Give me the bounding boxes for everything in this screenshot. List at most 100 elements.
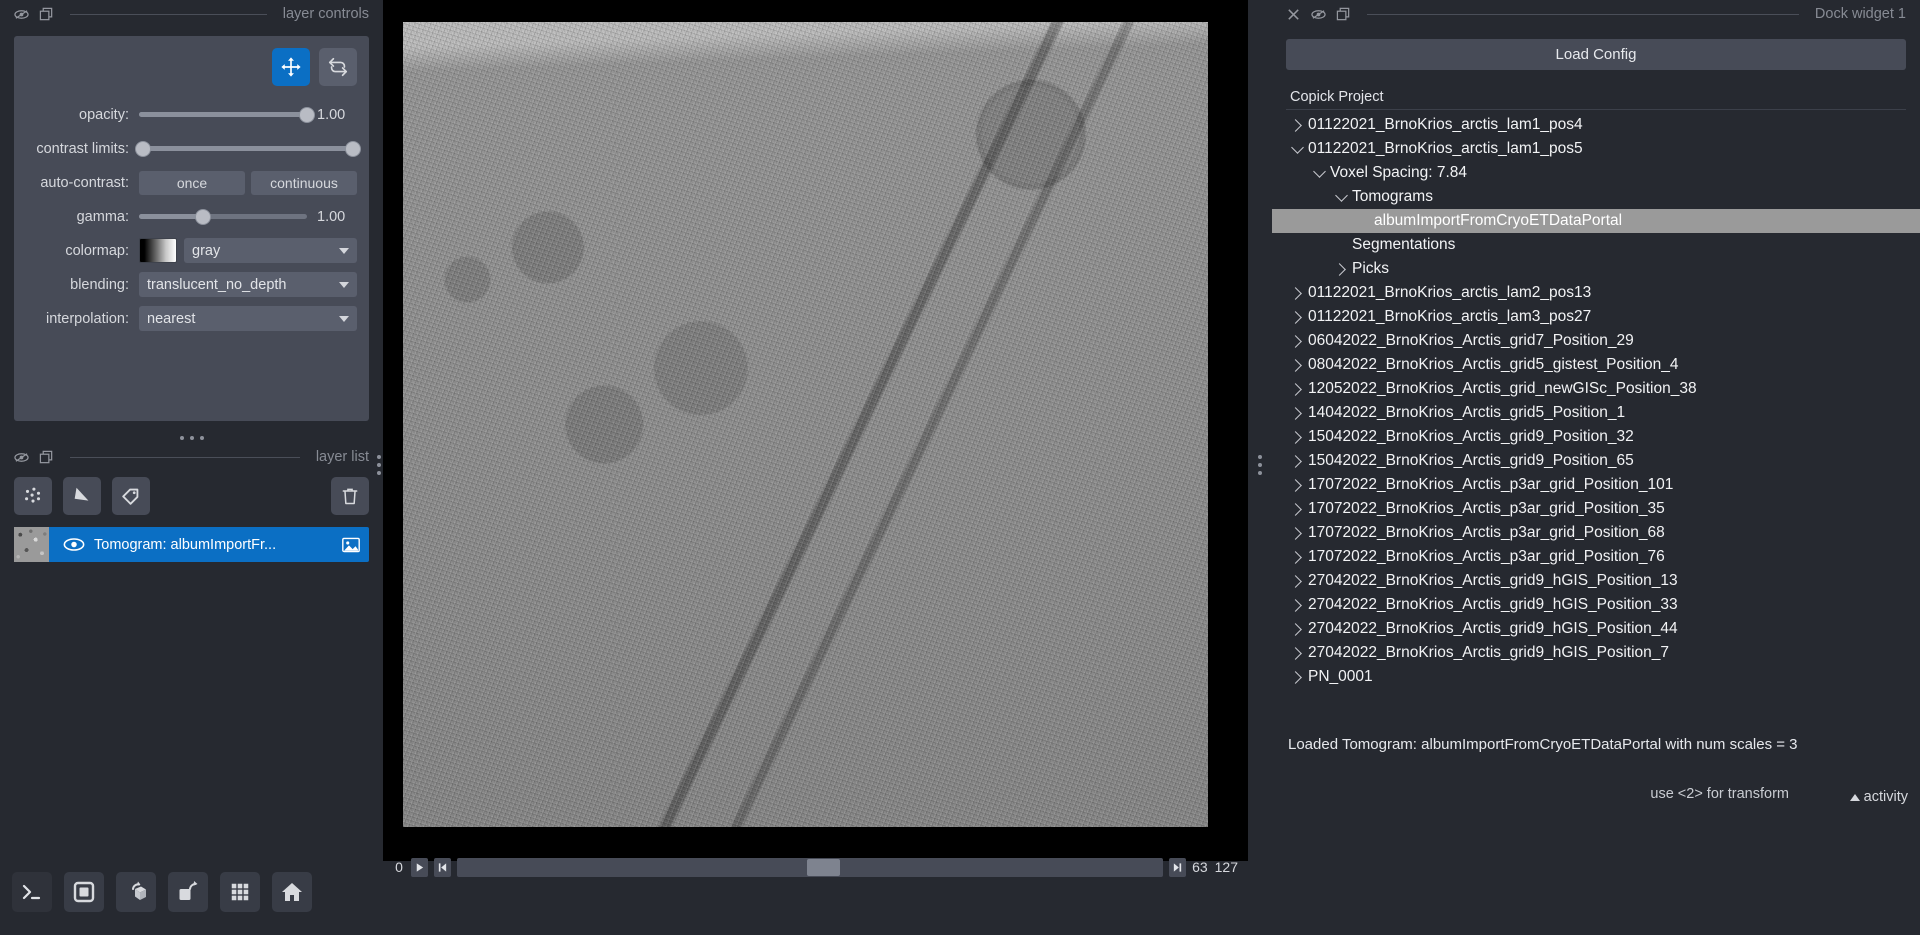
right-panel-splitter-handle[interactable] [1258,455,1262,475]
chevron-down-icon [339,315,349,322]
opacity-slider-handle[interactable] [299,106,315,123]
tree-item[interactable]: 15042022_BrnoKrios_Arctis_grid9_Position… [1272,425,1920,449]
chevron-down-icon[interactable] [1330,188,1352,202]
blending-row: blending: translucent_no_depth [26,270,357,299]
visibility-icon[interactable] [63,537,85,552]
contrast-limits-low-handle[interactable] [135,140,152,157]
tree-item[interactable]: Segmentations [1272,233,1920,257]
load-config-button[interactable]: Load Config [1286,39,1906,70]
chevron-right-icon[interactable] [1286,478,1308,492]
tree-item[interactable]: 12052022_BrnoKrios_Arctis_grid_newGISc_P… [1272,377,1920,401]
new-labels-layer-button[interactable] [112,477,150,515]
float-icon[interactable] [1336,7,1351,22]
interpolation-select[interactable]: nearest [139,306,357,331]
right-dock-title-bar: Dock widget 1 [1272,0,1920,28]
left-panel-splitter-handle[interactable] [377,455,381,475]
hide-icon[interactable] [14,7,29,22]
pan-zoom-tool-button[interactable] [272,48,310,86]
chevron-right-icon[interactable] [1286,646,1308,660]
chevron-right-icon[interactable] [1286,622,1308,636]
step-start-icon [438,862,447,872]
chevron-right-icon[interactable] [1286,550,1308,564]
tree-item[interactable]: 06042022_BrnoKrios_Arctis_grid7_Position… [1272,329,1920,353]
tree-item[interactable]: 15042022_BrnoKrios_Arctis_grid9_Position… [1272,449,1920,473]
chevron-right-icon[interactable] [1286,310,1308,324]
play-button[interactable] [411,857,428,877]
tree-item[interactable]: 01122021_BrnoKrios_arctis_lam1_pos4 [1272,113,1920,137]
interpolation-label: interpolation: [45,310,129,327]
tree-item-label: 08042022_BrnoKrios_Arctis_grid5_gistest_… [1308,356,1679,373]
tree-item[interactable]: 01122021_BrnoKrios_arctis_lam2_pos13 [1272,281,1920,305]
step-to-start-button[interactable] [434,857,451,877]
new-shapes-layer-button[interactable] [63,477,101,515]
tree-item[interactable]: Picks [1272,257,1920,281]
activity-button[interactable]: activity [1849,789,1908,805]
tree-item[interactable]: 01122021_BrnoKrios_arctis_lam3_pos27 [1272,305,1920,329]
chevron-down-icon[interactable] [1308,164,1330,178]
frame-slider-handle[interactable] [806,858,840,876]
chevron-right-icon[interactable] [1286,286,1308,300]
auto-contrast-continuous-button[interactable]: continuous [251,170,357,195]
chevron-right-icon[interactable] [1286,382,1308,396]
gamma-slider-handle[interactable] [194,208,211,225]
chevron-right-icon[interactable] [1286,574,1308,588]
square-rotate-icon [179,881,198,900]
tree-item[interactable]: albumImportFromCryoETDataPortal [1272,209,1920,233]
chevron-right-icon[interactable] [1286,358,1308,372]
dock-splitter-handle[interactable] [179,436,204,440]
step-to-end-button[interactable] [1169,857,1187,877]
contrast-limits-slider[interactable] [135,140,361,157]
tree-item[interactable]: Voxel Spacing: 7.84 [1272,161,1920,185]
ndisplay-2d-button[interactable] [64,872,104,912]
tree-item[interactable]: 08042022_BrnoKrios_Arctis_grid5_gistest_… [1272,353,1920,377]
tomogram-slice-image[interactable] [403,22,1208,827]
float-icon[interactable] [39,7,54,22]
tree-item[interactable]: Tomograms [1272,185,1920,209]
chevron-right-icon[interactable] [1286,334,1308,348]
tree-item[interactable]: 17072022_BrnoKrios_Arctis_p3ar_grid_Posi… [1272,545,1920,569]
tree-item[interactable]: 17072022_BrnoKrios_Arctis_p3ar_grid_Posi… [1272,497,1920,521]
new-points-layer-button[interactable] [14,477,52,515]
transform-tool-button[interactable] [319,48,357,86]
roll-dims-button[interactable] [116,872,156,912]
hide-icon[interactable] [1311,7,1326,22]
tree-item[interactable]: 01122021_BrnoKrios_arctis_lam1_pos5 [1272,137,1920,161]
chevron-right-icon[interactable] [1330,262,1352,276]
contrast-limits-high-handle[interactable] [344,140,361,157]
chevron-right-icon[interactable] [1286,598,1308,612]
float-icon[interactable] [39,450,54,465]
hide-icon[interactable] [14,450,29,465]
tree-item[interactable]: PN_0001 [1272,665,1920,689]
gamma-slider[interactable] [139,208,307,225]
chevron-right-icon[interactable] [1286,454,1308,468]
home-button[interactable] [272,872,312,912]
chevron-right-icon[interactable] [1286,406,1308,420]
chevron-right-icon[interactable] [1286,526,1308,540]
chevron-down-icon[interactable] [1286,140,1308,154]
chevron-right-icon[interactable] [1286,118,1308,132]
tree-item[interactable]: 14042022_BrnoKrios_Arctis_grid5_Position… [1272,401,1920,425]
chevron-right-icon[interactable] [1286,430,1308,444]
tree-item[interactable]: 27042022_BrnoKrios_Arctis_grid9_hGIS_Pos… [1272,569,1920,593]
grid-view-button[interactable] [220,872,260,912]
tree-item[interactable]: 27042022_BrnoKrios_Arctis_grid9_hGIS_Pos… [1272,617,1920,641]
transpose-dims-button[interactable] [168,872,208,912]
tree-item[interactable]: 17072022_BrnoKrios_Arctis_p3ar_grid_Posi… [1272,473,1920,497]
close-icon[interactable] [1286,7,1301,22]
chevron-right-icon[interactable] [1286,502,1308,516]
tree-item[interactable]: 27042022_BrnoKrios_Arctis_grid9_hGIS_Pos… [1272,641,1920,665]
layer-list: Tomogram: albumImportFr... [14,527,369,562]
canvas-background[interactable] [383,0,1248,861]
opacity-slider[interactable] [139,106,315,123]
layer-list-item[interactable]: Tomogram: albumImportFr... [14,527,369,562]
chevron-right-icon[interactable] [1286,670,1308,684]
tree-item[interactable]: 27042022_BrnoKrios_Arctis_grid9_hGIS_Pos… [1272,593,1920,617]
console-button[interactable] [12,872,52,912]
colormap-select[interactable]: gray [184,238,357,263]
frame-slider-track[interactable] [457,857,1164,877]
delete-layer-button[interactable] [331,477,369,515]
tree-item-label: Tomograms [1352,188,1433,205]
auto-contrast-once-button[interactable]: once [139,170,245,195]
blending-select[interactable]: translucent_no_depth [139,272,357,297]
tree-item[interactable]: 17072022_BrnoKrios_Arctis_p3ar_grid_Posi… [1272,521,1920,545]
